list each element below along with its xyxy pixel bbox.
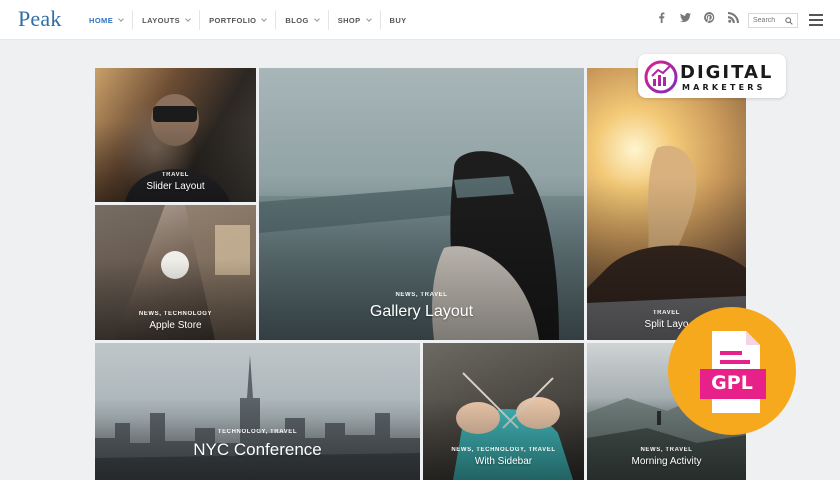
tile-category: NEWS, TRAVEL: [640, 447, 693, 453]
search-box[interactable]: [748, 13, 798, 28]
nav-item-layouts[interactable]: LAYOUTS: [132, 10, 199, 30]
tile-caption: NEWS, TECHNOLOGY Apple Store: [95, 311, 256, 331]
search-icon[interactable]: [785, 16, 793, 25]
post-tile-nyc-conference[interactable]: TECHNOLOGY, TRAVEL NYC Conference: [95, 343, 420, 480]
tile-title[interactable]: With Sidebar: [423, 456, 584, 467]
chevron-down-icon: [185, 15, 191, 22]
nav-item-label: PORTFOLIO: [209, 15, 257, 25]
post-tile-split-layout[interactable]: TRAVEL Split Layo: [587, 68, 746, 340]
nav-item-shop[interactable]: SHOP: [327, 10, 380, 30]
social-links: [656, 12, 739, 23]
tile-title[interactable]: Apple Store: [95, 320, 256, 331]
nav-item-label: BUY: [389, 15, 407, 25]
tile-category: NEWS, TECHNOLOGY: [138, 311, 213, 317]
post-tile-gallery-layout[interactable]: NEWS, TRAVEL Gallery Layout: [259, 68, 584, 340]
watermark-line-2: MARKETERS: [682, 83, 766, 92]
nav-item-label: HOME: [89, 15, 114, 25]
tile-category: TRAVEL: [161, 172, 190, 178]
post-tile-apple-store[interactable]: NEWS, TECHNOLOGY Apple Store: [95, 205, 256, 340]
top-navigation-bar: Peak HOME LAYOUTS PORTFOLIO BLOG SHOP BU…: [0, 0, 840, 40]
analytics-chart-icon: [644, 60, 678, 94]
rss-icon[interactable]: [728, 12, 739, 23]
search-input[interactable]: [753, 17, 785, 24]
tile-title[interactable]: Slider Layout: [95, 181, 256, 192]
nav-item-buy[interactable]: BUY: [379, 10, 416, 30]
chevron-down-icon: [118, 15, 124, 22]
gpl-badge: GPL: [668, 307, 796, 435]
tile-category: NEWS, TECHNOLOGY, TRAVEL: [451, 447, 556, 453]
nav-item-label: BLOG: [285, 15, 309, 25]
hamburger-menu-icon[interactable]: [809, 14, 823, 26]
gpl-label: GPL: [711, 372, 753, 394]
nav-item-blog[interactable]: BLOG: [275, 10, 327, 30]
tile-caption: NEWS, TRAVEL Gallery Layout: [259, 292, 584, 321]
tile-caption: TRAVEL Slider Layout: [95, 172, 256, 192]
watermark-line-1: DIGITAL: [680, 62, 774, 83]
site-logo[interactable]: Peak: [18, 6, 62, 32]
tile-title[interactable]: Morning Activity: [587, 456, 746, 467]
tile-title[interactable]: NYC Conference: [95, 440, 420, 460]
digital-marketers-watermark: DIGITAL MARKETERS: [638, 54, 786, 98]
main-nav: HOME LAYOUTS PORTFOLIO BLOG SHOP BUY: [80, 0, 416, 40]
tile-caption: NEWS, TRAVEL Morning Activity: [587, 447, 746, 467]
chevron-down-icon: [313, 15, 320, 22]
chevron-down-icon: [261, 15, 268, 22]
nav-item-home[interactable]: HOME: [80, 10, 132, 30]
post-tile-with-sidebar[interactable]: NEWS, TECHNOLOGY, TRAVEL With Sidebar: [423, 343, 584, 480]
tile-category: NEWS, TRAVEL: [395, 292, 448, 298]
nav-item-label: SHOP: [337, 15, 361, 25]
tile-category: TECHNOLOGY, TRAVEL: [217, 429, 298, 435]
pinterest-icon[interactable]: [704, 12, 715, 23]
nav-item-label: LAYOUTS: [142, 15, 181, 25]
twitter-icon[interactable]: [680, 12, 691, 23]
post-tile-slider-layout[interactable]: TRAVEL Slider Layout: [95, 68, 256, 202]
facebook-icon[interactable]: [656, 12, 667, 23]
nav-item-portfolio[interactable]: PORTFOLIO: [199, 10, 275, 30]
tile-caption: TECHNOLOGY, TRAVEL NYC Conference: [95, 429, 420, 460]
tile-caption: NEWS, TECHNOLOGY, TRAVEL With Sidebar: [423, 447, 584, 467]
chevron-down-icon: [365, 15, 372, 22]
tile-title[interactable]: Gallery Layout: [259, 303, 584, 321]
